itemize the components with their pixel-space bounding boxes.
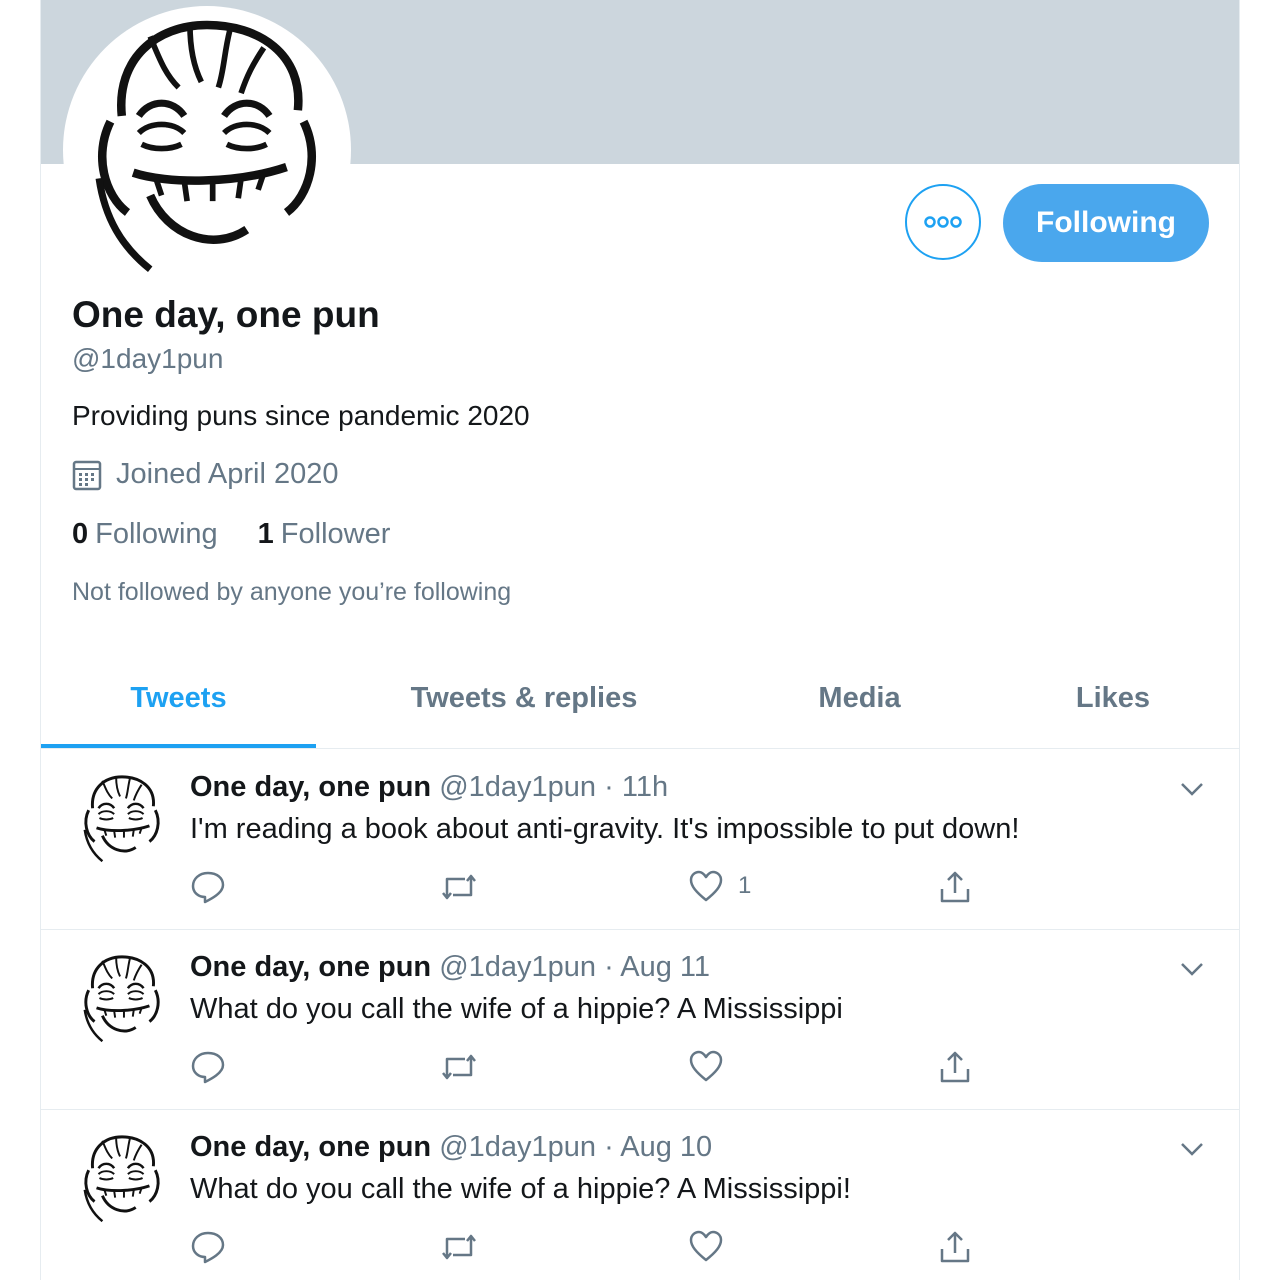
tweet-header: One day, one pun @1day1pun · 11h bbox=[190, 771, 668, 804]
reply-icon bbox=[191, 1051, 225, 1084]
reply-button[interactable] bbox=[190, 1229, 226, 1265]
profile-tabs: Tweets Tweets & replies Media Likes bbox=[41, 648, 1239, 749]
retweet-icon bbox=[442, 874, 476, 900]
chevron-down-icon[interactable] bbox=[1179, 959, 1205, 979]
followers-stat-link[interactable]: 1 Follower bbox=[258, 518, 391, 551]
tab-tweets-and-replies[interactable]: Tweets & replies bbox=[316, 648, 732, 748]
followers-count: 1 bbox=[257, 518, 274, 550]
chevron-down-icon[interactable] bbox=[1179, 779, 1205, 799]
heart-icon bbox=[689, 1230, 723, 1262]
share-icon bbox=[940, 1051, 970, 1083]
tweet-text: What do you call the wife of a hippie? A… bbox=[190, 993, 843, 1025]
more-horizontal-icon bbox=[924, 216, 962, 228]
tweet-author-name[interactable]: One day, one pun bbox=[190, 951, 431, 983]
tab-media[interactable]: Media bbox=[732, 648, 987, 748]
tweet-item[interactable]: One day, one pun @1day1pun · Aug 10 What… bbox=[41, 1109, 1239, 1280]
tweet-author-name[interactable]: One day, one pun bbox=[190, 1131, 431, 1163]
following-count: 0 bbox=[72, 518, 89, 550]
tweet-timestamp[interactable]: Aug 10 bbox=[620, 1131, 712, 1163]
tweet-avatar[interactable] bbox=[73, 1131, 171, 1229]
tweet-separator: · bbox=[604, 951, 614, 983]
tweet-text: What do you call the wife of a hippie? A… bbox=[190, 1173, 851, 1205]
heart-icon bbox=[689, 1050, 723, 1082]
tweet-item[interactable]: One day, one pun @1day1pun · Aug 11 What… bbox=[41, 929, 1239, 1110]
tweet-avatar[interactable] bbox=[73, 951, 171, 1049]
like-button[interactable]: 1 bbox=[688, 869, 751, 903]
profile-avatar[interactable] bbox=[65, 8, 349, 292]
share-icon bbox=[940, 871, 970, 903]
chevron-down-icon[interactable] bbox=[1179, 1139, 1205, 1159]
following-label: Following bbox=[95, 518, 218, 550]
reply-icon bbox=[191, 1231, 225, 1264]
tweet-author-handle[interactable]: @1day1pun bbox=[439, 771, 596, 803]
tweet-text: I'm reading a book about anti-gravity. I… bbox=[190, 813, 1020, 845]
like-button[interactable] bbox=[688, 1049, 738, 1083]
reply-button[interactable] bbox=[190, 1049, 226, 1085]
tweet-timestamp[interactable]: Aug 11 bbox=[620, 951, 710, 983]
tweet-author-handle[interactable]: @1day1pun bbox=[439, 951, 596, 983]
share-button[interactable] bbox=[937, 1049, 973, 1085]
tweet-separator: · bbox=[604, 771, 614, 803]
tweet-header: One day, one pun @1day1pun · Aug 11 bbox=[190, 951, 710, 984]
followers-label: Follower bbox=[280, 518, 391, 550]
share-button[interactable] bbox=[937, 1229, 973, 1265]
profile-handle: @1day1pun bbox=[72, 343, 224, 374]
joined-date: Joined April 2020 bbox=[72, 458, 339, 491]
like-count: 1 bbox=[738, 872, 752, 899]
retweet-icon bbox=[442, 1234, 476, 1260]
like-button[interactable] bbox=[688, 1229, 738, 1263]
more-options-button[interactable] bbox=[905, 184, 981, 260]
tab-likes[interactable]: Likes bbox=[987, 648, 1239, 748]
following-stat-link[interactable]: 0 Following bbox=[72, 518, 218, 551]
share-icon bbox=[940, 1231, 970, 1263]
tweet-author-name[interactable]: One day, one pun bbox=[190, 771, 431, 803]
following-button[interactable]: Following bbox=[1003, 184, 1209, 262]
reply-button[interactable] bbox=[190, 869, 226, 905]
not-followed-note: Not followed by anyone you’re following bbox=[72, 578, 512, 606]
retweet-button[interactable] bbox=[439, 1049, 479, 1085]
tweet-separator: · bbox=[604, 1131, 614, 1163]
retweet-button[interactable] bbox=[439, 1229, 479, 1265]
profile-bio: Providing puns since pandemic 2020 bbox=[72, 400, 530, 431]
follow-stats: 0 Following 1 Follower bbox=[72, 518, 430, 551]
tweet-header: One day, one pun @1day1pun · Aug 10 bbox=[190, 1131, 712, 1164]
reply-icon bbox=[191, 871, 225, 904]
tweet-avatar[interactable] bbox=[73, 771, 171, 869]
profile-column: Following One day, one pun @1day1pun Pro… bbox=[40, 0, 1240, 1280]
share-button[interactable] bbox=[937, 869, 973, 905]
retweet-icon bbox=[442, 1054, 476, 1080]
tweet-timestamp[interactable]: 11h bbox=[622, 771, 668, 803]
calendar-icon bbox=[72, 460, 102, 490]
tweet-author-handle[interactable]: @1day1pun bbox=[439, 1131, 596, 1163]
profile-display-name: One day, one pun bbox=[72, 294, 380, 335]
tab-tweets[interactable]: Tweets bbox=[41, 648, 316, 748]
retweet-button[interactable] bbox=[439, 869, 479, 905]
tweet-item[interactable]: One day, one pun @1day1pun · 11h I'm rea… bbox=[41, 749, 1239, 930]
joined-text: Joined April 2020 bbox=[116, 458, 339, 490]
heart-icon bbox=[689, 870, 723, 902]
